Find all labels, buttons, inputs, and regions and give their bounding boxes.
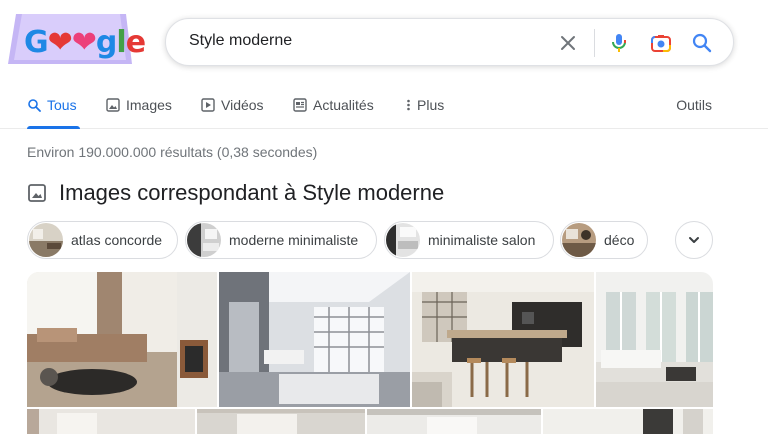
result-stats: Environ 190.000.000 résultats (0,38 seco… — [27, 144, 318, 160]
tab-label: Images — [126, 97, 172, 113]
tools-button[interactable]: Outils — [676, 97, 712, 113]
tab-all[interactable]: Tous — [27, 97, 77, 113]
search-box[interactable]: Style moderne — [165, 18, 734, 66]
search-icon — [28, 99, 41, 112]
chip-deco[interactable]: déco — [560, 221, 648, 259]
tab-label: Vidéos — [221, 97, 264, 113]
image-icon — [28, 184, 46, 202]
chip-atlas-concorde[interactable]: atlas concorde — [27, 221, 178, 259]
image-result[interactable] — [27, 272, 217, 407]
tab-more[interactable]: Plus — [406, 97, 444, 113]
tab-videos[interactable]: Vidéos — [201, 97, 264, 113]
news-icon — [293, 98, 307, 112]
image-result[interactable] — [219, 272, 410, 407]
chip-label: atlas concorde — [71, 232, 163, 248]
search-icon[interactable] — [690, 31, 714, 55]
play-icon — [201, 98, 215, 112]
image-result[interactable] — [27, 409, 195, 434]
tab-label: Tous — [47, 97, 77, 113]
google-lens-icon[interactable] — [649, 31, 673, 55]
image-icon — [106, 98, 120, 112]
image-result[interactable] — [543, 409, 713, 434]
image-result[interactable] — [197, 409, 365, 434]
tab-news[interactable]: Actualités — [293, 97, 374, 113]
chevron-down-icon — [689, 237, 699, 243]
chip-label: minimaliste salon — [428, 232, 536, 248]
active-tab-indicator — [27, 126, 80, 129]
image-result[interactable] — [367, 409, 541, 434]
more-vert-icon — [407, 99, 410, 111]
image-result[interactable] — [412, 272, 594, 407]
microphone-icon[interactable] — [607, 31, 631, 55]
chip-thumbnail — [562, 223, 596, 257]
tab-label: Plus — [417, 97, 445, 113]
tab-images[interactable]: Images — [106, 97, 172, 113]
image-results-grid — [27, 272, 713, 434]
close-icon[interactable] — [556, 31, 580, 55]
logo-wordmark: G❤❤gle — [24, 25, 146, 60]
expand-chips-button[interactable] — [675, 221, 713, 259]
chip-label: moderne minimaliste — [229, 232, 359, 248]
search-tabs: Tous Images Vidéos Actualités Plus Outil… — [0, 95, 768, 129]
search-input[interactable]: Style moderne — [189, 32, 292, 50]
chip-thumbnail — [187, 223, 221, 257]
image-result[interactable] — [596, 272, 713, 407]
chip-moderne-minimaliste[interactable]: moderne minimaliste — [185, 221, 377, 259]
chip-label: déco — [604, 232, 635, 248]
chip-minimaliste-salon[interactable]: minimaliste salon — [384, 221, 554, 259]
images-section-title: Images correspondant à Style moderne — [59, 180, 445, 205]
chip-thumbnail — [29, 223, 63, 257]
chip-thumbnail — [386, 223, 420, 257]
tab-label: Actualités — [313, 97, 374, 113]
search-divider — [594, 29, 595, 57]
images-section-heading: Images correspondant à Style moderne — [27, 180, 444, 206]
